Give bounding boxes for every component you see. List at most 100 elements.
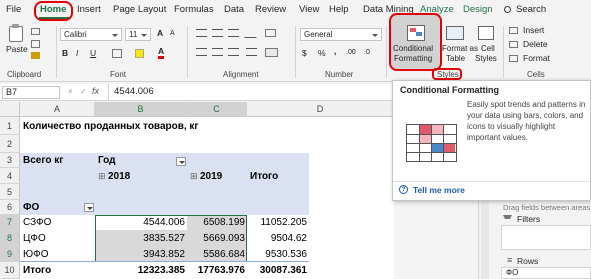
row-header-3[interactable]: 3 bbox=[0, 153, 20, 168]
cell-c10[interactable]: 17763.976 bbox=[187, 265, 245, 276]
row-header-7[interactable]: 7 bbox=[0, 215, 20, 230]
cell-d7[interactable]: 11052.205 bbox=[247, 217, 307, 228]
format-cells-button[interactable]: Format bbox=[523, 53, 550, 63]
tooltip-title: Conditional Formatting bbox=[400, 85, 499, 95]
rows-field-item[interactable]: ФО bbox=[501, 267, 591, 279]
row-header-1[interactable]: 1 bbox=[0, 117, 20, 135]
formula-input[interactable]: 4544.006 bbox=[114, 86, 154, 97]
tab-view[interactable]: View bbox=[299, 4, 319, 15]
expand-2018-icon[interactable]: ⊞ bbox=[98, 171, 106, 182]
column-header-d[interactable]: D bbox=[247, 102, 394, 117]
pane-scrollbar[interactable] bbox=[481, 201, 489, 279]
name-box[interactable]: B7 bbox=[2, 86, 60, 99]
merge-center-icon[interactable] bbox=[265, 48, 278, 57]
search-box[interactable]: Search bbox=[504, 4, 546, 15]
align-bottom-icon[interactable] bbox=[228, 29, 239, 37]
pivot-column-field-header[interactable]: Год bbox=[98, 155, 116, 166]
percent-icon[interactable]: % bbox=[318, 48, 326, 58]
cell-d9[interactable]: 9530.536 bbox=[247, 249, 307, 260]
cell-b7[interactable]: 4544.006 bbox=[95, 217, 185, 228]
bold-button[interactable]: B bbox=[62, 48, 68, 58]
row-header-10[interactable]: 10 bbox=[0, 262, 20, 279]
row-header-6[interactable]: 6 bbox=[0, 200, 20, 215]
tab-review[interactable]: Review bbox=[255, 4, 286, 15]
font-color-icon[interactable]: A bbox=[158, 46, 165, 59]
cell-c7[interactable]: 6508.199 bbox=[187, 217, 245, 228]
align-top-icon[interactable] bbox=[196, 29, 207, 37]
format-as-table-icon bbox=[446, 26, 464, 40]
row-header-5[interactable]: 5 bbox=[0, 184, 20, 200]
format-painter-icon[interactable] bbox=[31, 52, 40, 59]
grand-total-label[interactable]: Итого bbox=[23, 265, 51, 276]
fill-color-icon[interactable] bbox=[135, 49, 144, 58]
tab-formulas[interactable]: Formulas bbox=[174, 4, 214, 15]
insert-cells-button[interactable]: Insert bbox=[523, 25, 544, 35]
tab-insert[interactable]: Insert bbox=[77, 4, 101, 15]
indent-icon[interactable] bbox=[246, 48, 257, 56]
tab-data[interactable]: Data bbox=[224, 4, 244, 15]
shrink-font-icon[interactable]: A bbox=[170, 30, 175, 37]
pivot-row-field-header[interactable]: Всего кг bbox=[23, 155, 63, 166]
decrease-decimal-icon[interactable]: .0 bbox=[364, 49, 370, 56]
paste-button[interactable]: Paste bbox=[6, 44, 28, 54]
cell-c8[interactable]: 5669.093 bbox=[187, 233, 245, 244]
tell-me-more-link[interactable]: Tell me more bbox=[413, 185, 465, 195]
wrap-text-icon[interactable] bbox=[265, 29, 276, 37]
cell-styles-label-1[interactable]: Cell bbox=[481, 44, 495, 53]
tab-help[interactable]: Help bbox=[329, 4, 349, 15]
formula-bar-cancel-icon[interactable]: × bbox=[68, 87, 73, 96]
increase-decimal-icon[interactable]: .00 bbox=[346, 49, 356, 56]
tab-page-layout[interactable]: Page Layout bbox=[113, 4, 166, 15]
copy-icon[interactable] bbox=[31, 40, 40, 48]
year-2018-header[interactable]: 2018 bbox=[108, 171, 130, 182]
delete-cells-button[interactable]: Delete bbox=[523, 39, 548, 49]
sheet-title-cell[interactable]: Количество проданных товаров, кг bbox=[23, 121, 199, 132]
borders-icon[interactable] bbox=[112, 49, 122, 58]
cell-b8[interactable]: 3835.527 bbox=[95, 233, 185, 244]
row-header-4[interactable]: 4 bbox=[0, 168, 20, 184]
cut-icon[interactable] bbox=[31, 28, 40, 35]
total-column-header[interactable]: Итого bbox=[250, 171, 278, 182]
align-right-icon[interactable] bbox=[228, 48, 239, 56]
font-size-select[interactable]: 11 bbox=[125, 28, 151, 41]
cell-styles-label-2[interactable]: Styles bbox=[475, 54, 497, 63]
cell-d10[interactable]: 30087.361 bbox=[247, 265, 307, 276]
row-filter-dropdown-icon[interactable] bbox=[84, 203, 94, 212]
fo-row-field-header[interactable]: ФО bbox=[23, 202, 39, 213]
tab-design[interactable]: Design bbox=[463, 4, 493, 15]
currency-icon[interactable]: $ bbox=[302, 48, 307, 58]
number-format-select[interactable]: General bbox=[300, 28, 382, 41]
cell-c9[interactable]: 5586.684 bbox=[187, 249, 245, 260]
row-header-9[interactable]: 9 bbox=[0, 246, 20, 262]
row-header-2[interactable]: 2 bbox=[0, 135, 20, 153]
column-header-b[interactable]: B bbox=[95, 102, 187, 117]
format-as-table-label-1[interactable]: Format as bbox=[442, 44, 478, 53]
cell-b10[interactable]: 12323.385 bbox=[95, 265, 185, 276]
format-as-table-label-2[interactable]: Table bbox=[446, 54, 465, 63]
fx-icon[interactable]: fx bbox=[92, 86, 99, 96]
italic-button[interactable]: I bbox=[76, 48, 78, 58]
filters-drop-area[interactable] bbox=[501, 225, 591, 250]
underline-button[interactable]: U bbox=[90, 48, 96, 58]
row-label-szfo[interactable]: СЗФО bbox=[23, 217, 51, 228]
align-left-icon[interactable] bbox=[196, 48, 207, 56]
formula-bar-enter-icon[interactable]: ✓ bbox=[80, 87, 87, 96]
orientation-icon[interactable] bbox=[244, 28, 260, 38]
comma-style-icon[interactable]: , bbox=[334, 46, 336, 56]
cell-b9[interactable]: 3943.852 bbox=[95, 249, 185, 260]
cell-d8[interactable]: 9504.62 bbox=[247, 233, 307, 244]
expand-2019-icon[interactable]: ⊞ bbox=[190, 171, 198, 182]
tab-file[interactable]: File bbox=[6, 4, 21, 15]
row-label-cfo[interactable]: ЦФО bbox=[23, 233, 46, 244]
row-label-yufo[interactable]: ЮФО bbox=[23, 249, 48, 260]
align-middle-icon[interactable] bbox=[212, 29, 223, 37]
column-header-c[interactable]: C bbox=[187, 102, 247, 117]
row-header-8[interactable]: 8 bbox=[0, 230, 20, 246]
year-2019-header[interactable]: 2019 bbox=[200, 171, 222, 182]
align-center-icon[interactable] bbox=[212, 48, 223, 56]
column-filter-dropdown-icon[interactable] bbox=[176, 157, 186, 166]
font-name-select[interactable]: Calibri bbox=[60, 28, 122, 41]
column-header-a[interactable]: A bbox=[20, 102, 95, 117]
select-all-corner[interactable] bbox=[0, 102, 20, 117]
grow-font-icon[interactable]: A bbox=[157, 28, 163, 38]
